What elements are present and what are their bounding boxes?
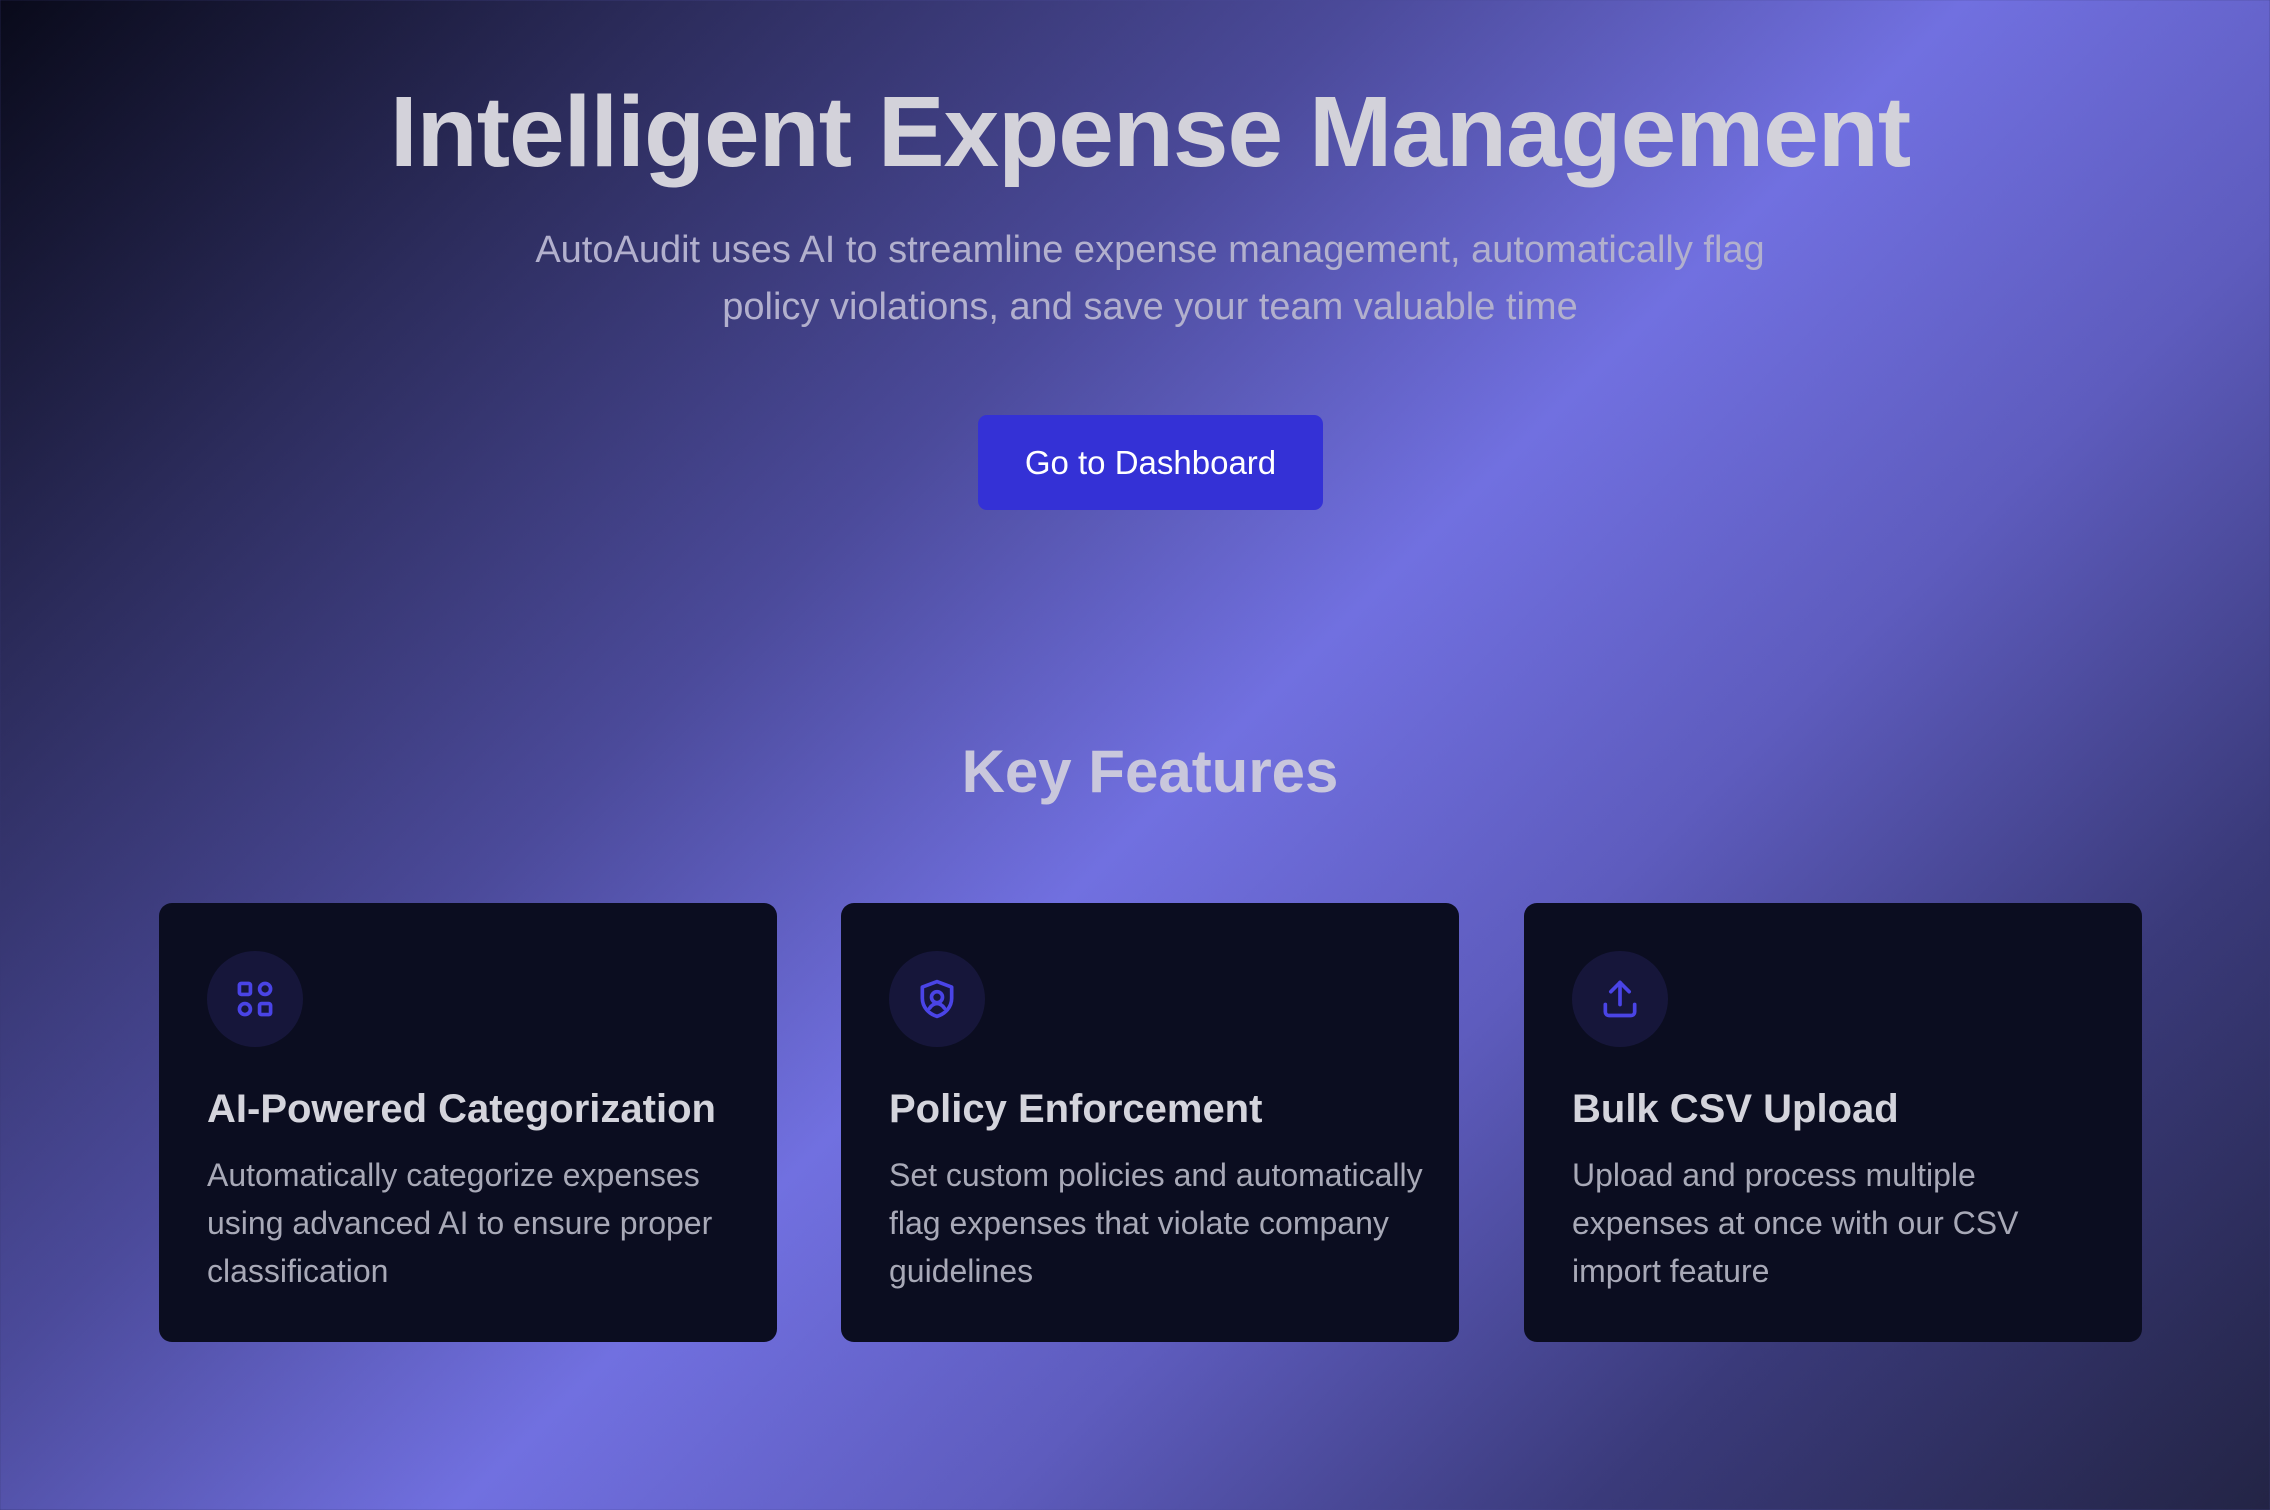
features-title: Key Features [961,738,1339,805]
feature-card-bulk-csv-upload: Bulk CSV Upload Upload and process multi… [1524,903,2142,1342]
feature-card-title: AI-Powered Categorization [207,1087,716,1131]
grid-squares-icon [207,951,303,1047]
feature-card-description: Upload and process multiple expenses at … [1572,1157,2019,1289]
feature-card-title: Policy Enforcement [889,1087,1263,1131]
feature-card-title: Bulk CSV Upload [1572,1087,1899,1131]
upload-icon [1572,951,1668,1047]
feature-card-policy-enforcement: Policy Enforcement Set custom policies a… [841,903,1459,1342]
feature-card-ai-categorization: AI-Powered Categorization Automatically … [159,903,777,1342]
hero-title: Intelligent Expense Management [389,76,1911,188]
feature-card-description: Automatically categorize expenses using … [207,1157,713,1289]
hero-subtitle: AutoAudit uses AI to streamline expense … [535,229,1765,328]
feature-card-description: Set custom policies and automatically fl… [889,1157,1423,1289]
shield-icon [889,951,985,1047]
go-to-dashboard-button[interactable]: Go to Dashboard [978,415,1323,510]
